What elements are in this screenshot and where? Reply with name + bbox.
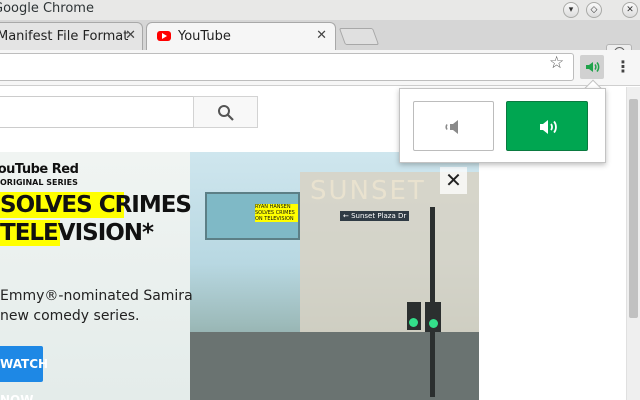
tab-close-button[interactable]: ✕	[125, 28, 136, 43]
ad-description: Emmy®-nominated Samira	[0, 288, 193, 304]
ad-brand: YouTube Red	[0, 162, 79, 177]
tab-manifest[interactable]: Manifest File Format ✕	[0, 22, 143, 50]
tab-title: Manifest File Format	[0, 29, 129, 44]
speaker-muted-icon	[445, 120, 458, 134]
ad-billboard-image: RYAN HANSEN SOLVES CRIMES ON TELEVISION	[205, 192, 300, 240]
window-titlebar: Google Chrome ▾ ◇ ✕	[0, 0, 640, 20]
maximize-button[interactable]: ◇	[586, 2, 602, 18]
browser-toolbar: ☆ ⋮	[0, 50, 640, 86]
address-bar[interactable]	[0, 53, 574, 81]
tab-strip: Manifest File Format ✕ YouTube ✕	[0, 20, 640, 62]
extension-button[interactable]	[580, 55, 604, 79]
tab-youtube[interactable]: YouTube ✕	[146, 22, 336, 50]
traffic-light-green	[429, 319, 438, 328]
youtube-favicon-icon	[157, 31, 171, 41]
speaker-icon	[586, 62, 600, 72]
ad-headline: SOLVES CRIMES	[0, 192, 192, 218]
close-icon: ✕	[626, 5, 634, 15]
tab-close-button[interactable]: ✕	[316, 28, 327, 43]
chevron-down-icon: ▾	[568, 5, 574, 15]
minimize-button[interactable]: ▾	[563, 2, 579, 18]
menu-icon[interactable]: ⋮	[615, 57, 631, 76]
search-button[interactable]	[193, 96, 258, 128]
ad-headline: TELEVISION*	[0, 220, 154, 246]
ad-text-panel: YouTube Red ORIGINAL SERIES SOLVES CRIME…	[0, 152, 193, 400]
new-tab-button[interactable]	[338, 28, 380, 45]
extension-popup	[399, 88, 606, 163]
ad-description: new comedy series.	[0, 308, 140, 324]
ad-watch-now-button[interactable]: WATCH NOW	[0, 346, 48, 400]
maximize-icon: ◇	[590, 5, 598, 15]
street-sign: ← Sunset Plaza Dr	[340, 211, 410, 221]
unmute-button[interactable]	[506, 101, 588, 151]
ad-banner[interactable]: SUNSET RYAN HANSEN SOLVES CRIMES ON TELE…	[0, 152, 479, 400]
scrollbar[interactable]	[626, 87, 640, 400]
search-icon	[218, 105, 234, 121]
ad-series-label: ORIGINAL SERIES	[0, 178, 78, 187]
speaker-on-icon	[540, 120, 557, 134]
scrollbar-thumb[interactable]	[629, 99, 638, 318]
mute-button[interactable]	[413, 101, 494, 151]
ad-building-sign: SUNSET	[310, 176, 426, 206]
ad-close-button[interactable]: ✕	[440, 167, 467, 194]
close-window-button[interactable]: ✕	[622, 2, 638, 18]
traffic-light-green	[409, 318, 418, 327]
star-icon[interactable]: ☆	[549, 53, 564, 73]
window-title: Google Chrome	[0, 1, 94, 16]
ad-street-image	[190, 332, 479, 400]
search-input[interactable]	[0, 96, 194, 128]
tab-title: YouTube	[178, 29, 231, 44]
billboard-text: RYAN HANSEN SOLVES CRIMES ON TELEVISION	[255, 204, 298, 222]
